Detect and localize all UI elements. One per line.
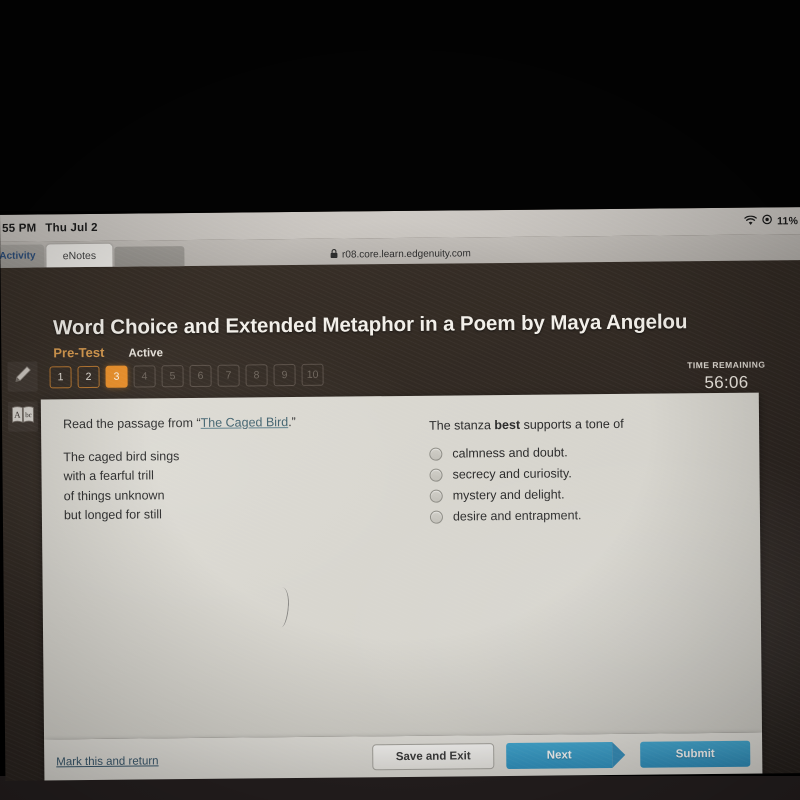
question-nav-item-4[interactable]: 4 xyxy=(133,365,156,388)
tablet-screen: 55 PM Thu Jul 2 11% Activity eNotes r08.… xyxy=(0,207,800,781)
answer-option-b[interactable]: secrecy and curiosity. xyxy=(429,465,729,482)
question-stem-after: supports a tone of xyxy=(520,416,624,432)
dictionary-icon: A bc xyxy=(11,404,35,429)
poem-line-4: but longed for still xyxy=(63,506,162,522)
assignment-status-label: Active xyxy=(128,347,164,360)
radio-button-c[interactable] xyxy=(429,489,443,503)
question-nav-item-9[interactable]: 9 xyxy=(273,364,296,387)
passage-title-link[interactable]: The Caged Bird xyxy=(201,415,289,430)
save-and-exit-button[interactable]: Save and Exit xyxy=(372,743,495,771)
status-time: 55 PM xyxy=(2,221,37,235)
passage-prompt-after: .” xyxy=(288,415,296,430)
question-nav-item-8[interactable]: 8 xyxy=(245,364,268,387)
next-button[interactable]: Next xyxy=(506,741,613,770)
tool-rail: A bc xyxy=(7,361,39,432)
answer-options: calmness and doubt. secrecy and curiosit… xyxy=(429,444,730,524)
question-nav-item-6[interactable]: 6 xyxy=(189,364,212,388)
battery-percent: 11% xyxy=(777,214,799,227)
letterbox-top xyxy=(0,0,800,211)
tab-filler xyxy=(114,246,185,267)
pencil-icon xyxy=(11,363,33,390)
question-panel: Read the passage from “The Caged Bird.” … xyxy=(40,392,763,740)
question-nav-item-7[interactable]: 7 xyxy=(217,364,240,387)
poem-line-3: of things unknown xyxy=(63,487,165,503)
radio-button-a[interactable] xyxy=(429,447,443,461)
passage-column: Read the passage from “The Caged Bird.” … xyxy=(63,413,394,525)
status-bar-right: 11% xyxy=(744,214,800,228)
location-icon xyxy=(762,214,772,227)
passage-prompt: Read the passage from “The Caged Bird.” xyxy=(63,413,393,432)
answer-option-d[interactable]: desire and entrapment. xyxy=(429,507,730,524)
tab-activity[interactable]: Activity xyxy=(0,244,45,268)
question-nav-item-10[interactable]: 10 xyxy=(301,363,324,386)
question-nav-item-2[interactable]: 2 xyxy=(77,365,100,389)
poem-line-1: The caged bird sings xyxy=(63,449,180,465)
footer-button-row: Save and Exit Next Submit xyxy=(372,740,751,771)
question-stem-emphasis: best xyxy=(494,417,521,433)
radio-button-d[interactable] xyxy=(429,510,443,524)
question-footer: Mark this and return Save and Exit Next … xyxy=(44,732,763,781)
radio-button-b[interactable] xyxy=(429,468,443,482)
poem-stanza: The caged bird sings with a fearful tril… xyxy=(63,445,394,524)
assignment-type-label: Pre-Test xyxy=(53,344,105,361)
photo-of-tablet-screen: 55 PM Thu Jul 2 11% Activity eNotes r08.… xyxy=(0,0,800,800)
stray-pen-mark xyxy=(272,586,291,628)
question-nav-item-3[interactable]: 3 xyxy=(105,365,128,388)
wifi-icon xyxy=(744,215,757,227)
question-column: The stanza best supports a tone of calmn… xyxy=(429,416,730,524)
svg-text:A: A xyxy=(14,409,21,419)
mark-this-and-return-link[interactable]: Mark this and return xyxy=(56,755,158,768)
address-bar[interactable]: r08.core.learn.edgenuity.com xyxy=(330,247,471,260)
time-remaining-label: TIME REMAINING xyxy=(687,359,766,371)
question-number-nav: 1 2 3 4 5 6 7 8 9 10 xyxy=(49,363,324,389)
highlighter-tool[interactable] xyxy=(7,361,38,392)
status-date: Thu Jul 2 xyxy=(45,221,98,234)
lock-icon xyxy=(330,249,338,261)
answer-option-c-label: mystery and delight. xyxy=(452,487,565,503)
question-stem-before: The stanza xyxy=(428,418,495,433)
question-nav-item-1[interactable]: 1 xyxy=(49,366,72,389)
page-title: Word Choice and Extended Metaphor in a P… xyxy=(52,310,688,340)
submit-button[interactable]: Submit xyxy=(640,740,751,768)
dictionary-tool[interactable]: A bc xyxy=(7,401,39,432)
passage-prompt-before: Read the passage from “ xyxy=(62,415,201,432)
answer-option-b-label: secrecy and curiosity. xyxy=(452,466,572,482)
time-remaining-value: 56:06 xyxy=(704,372,749,393)
question-nav-item-5[interactable]: 5 xyxy=(161,365,184,388)
address-bar-url: r08.core.learn.edgenuity.com xyxy=(341,247,471,261)
svg-text:bc: bc xyxy=(25,411,32,419)
time-remaining: TIME REMAINING 56:06 xyxy=(687,359,766,393)
tab-enotes[interactable]: eNotes xyxy=(46,243,113,268)
poem-line-2: with a fearful trill xyxy=(63,468,154,484)
answer-option-a[interactable]: calmness and doubt. xyxy=(429,444,729,461)
question-stem: The stanza best supports a tone of xyxy=(429,416,729,433)
answer-option-d-label: desire and entrapment. xyxy=(452,508,582,524)
assignment-meta: Pre-Test Active xyxy=(53,344,163,360)
status-bar-left: 55 PM Thu Jul 2 xyxy=(0,221,98,234)
answer-option-c[interactable]: mystery and delight. xyxy=(429,486,730,503)
answer-option-a-label: calmness and doubt. xyxy=(452,445,568,461)
